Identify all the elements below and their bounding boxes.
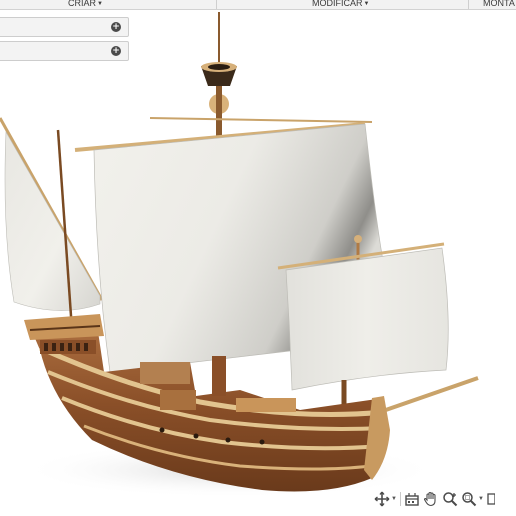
orbit-icon	[374, 491, 390, 507]
viewport[interactable]	[0, 10, 516, 516]
chevron-down-icon: ▼	[97, 1, 103, 7]
pan-hand-icon	[423, 491, 436, 507]
zoom-window-icon	[462, 492, 477, 507]
add-icon[interactable]: +	[111, 46, 121, 56]
zoom-window-button[interactable]: ▼	[461, 490, 484, 508]
modify-menu-label: MODIFICAR	[312, 0, 363, 8]
toolbar-divider	[216, 0, 217, 9]
assemble-menu-label: MONTA	[483, 0, 515, 8]
look-at-icon	[405, 493, 419, 506]
look-at-button[interactable]	[404, 490, 420, 508]
add-icon[interactable]: +	[111, 22, 121, 32]
orbit-button[interactable]: ▼	[374, 490, 397, 508]
chevron-down-icon: ▼	[477, 496, 484, 502]
zoom-icon	[443, 492, 458, 507]
assemble-menu[interactable]: MONTA	[483, 0, 515, 9]
bowsprit	[379, 376, 479, 414]
toolbar-divider	[468, 0, 469, 9]
navigation-bar: ▼ ▼	[374, 488, 516, 510]
pan-button[interactable]	[423, 490, 439, 508]
chevron-down-icon: ▼	[363, 1, 370, 7]
toolbar: CRIAR▼ MODIFICAR▼ MONTA	[0, 0, 516, 10]
browser-row[interactable]: +	[0, 41, 129, 61]
create-menu-label: CRIAR	[68, 0, 97, 8]
display-settings-icon	[487, 493, 495, 505]
zoom-button[interactable]	[442, 490, 458, 508]
modify-menu[interactable]: MODIFICAR▼	[312, 0, 369, 9]
display-settings-button[interactable]	[487, 490, 495, 508]
browser-row[interactable]: +	[0, 17, 129, 37]
nav-divider	[399, 492, 401, 506]
create-menu[interactable]: CRIAR▼	[68, 0, 103, 9]
chevron-down-icon: ▼	[391, 496, 397, 502]
